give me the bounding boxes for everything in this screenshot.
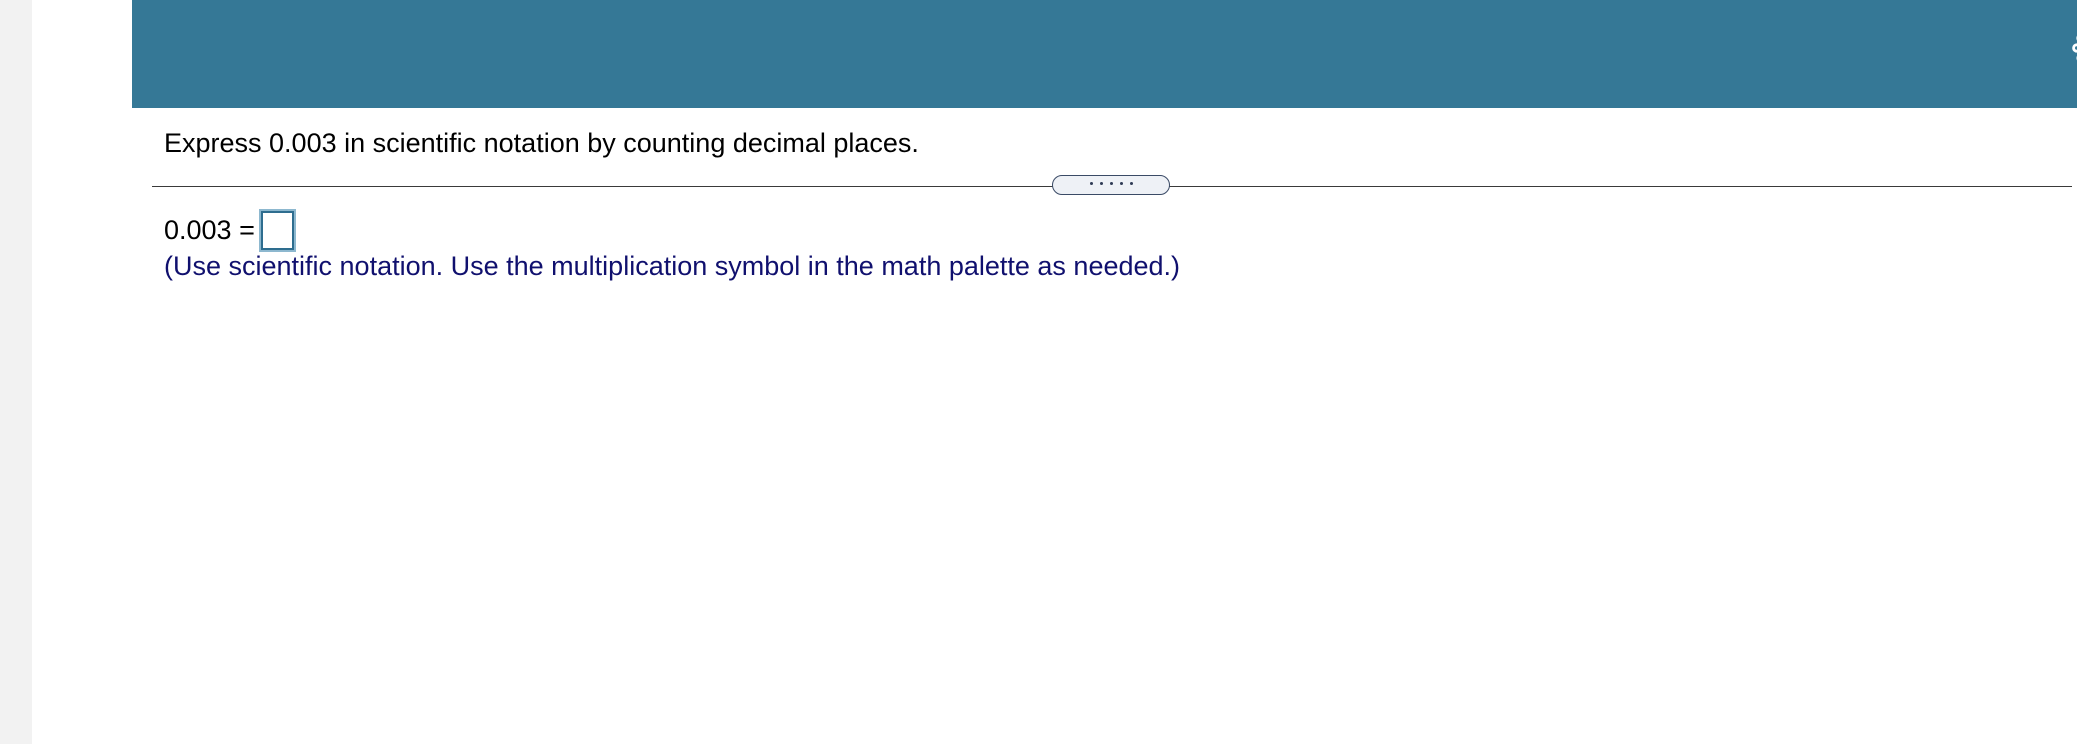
drag-handle-dots-icon <box>1053 182 1169 185</box>
left-gutter <box>0 0 32 744</box>
answer-row: 0.003 = <box>164 210 294 250</box>
gear-icon <box>2072 35 2077 61</box>
answer-instruction: (Use scientific notation. Use the multip… <box>164 251 1181 281</box>
question-prompt: Express 0.003 in scientific notation by … <box>164 128 919 158</box>
pane-resize-handle[interactable] <box>1052 175 1170 195</box>
settings-button[interactable] <box>2070 27 2077 69</box>
header-bar <box>132 0 2077 108</box>
answer-input[interactable] <box>260 210 294 250</box>
equation-label: 0.003 = <box>164 214 255 245</box>
